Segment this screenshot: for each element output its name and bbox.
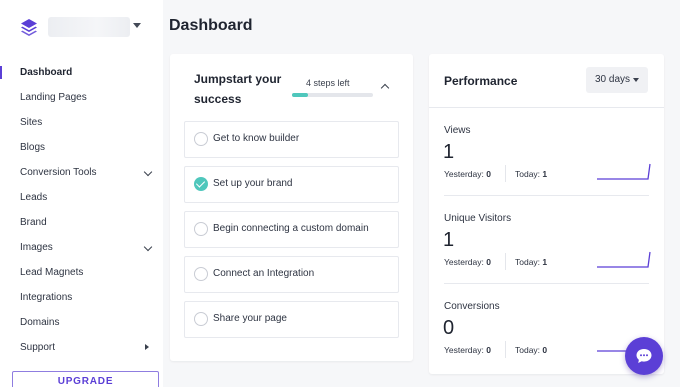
chevron-down-icon[interactable] [143,242,153,252]
steps-left-text: 4 steps left [306,78,350,88]
layers-logo-icon[interactable] [19,17,39,37]
sidebar-item-label: Lead Magnets [20,267,84,278]
metric-today: Today: 1 [515,169,548,179]
performance-title: Performance [444,74,518,88]
sidebar-item-label: Domains [20,317,60,328]
task-get-to-know-builder[interactable]: Get to know builder [184,121,399,158]
metric-yesterday: Yesterday: 0 [444,169,491,179]
divider [505,253,506,270]
divider [505,165,506,182]
sidebar-item-label: Blogs [20,142,46,153]
caret-down-icon[interactable] [133,23,141,28]
metric-today: Today: 1 [515,257,548,267]
sidebar-item-label: Leads [20,192,48,203]
sidebar-item-label: Conversion Tools [20,167,97,178]
metric-label: Views [444,125,471,136]
sidebar-item-sites[interactable]: Sites [0,110,163,135]
sidebar-item-label: Integrations [20,292,73,303]
sidebar-item-lead-magnets[interactable]: Lead Magnets [0,260,163,285]
sidebar-item-leads[interactable]: Leads [0,185,163,210]
sidebar-item-domains[interactable]: Domains [0,310,163,335]
task-share-your-page[interactable]: Share your page [184,301,399,338]
task-checkbox[interactable] [194,312,208,326]
metric-today: Today: 0 [515,345,548,355]
task-connect-integration[interactable]: Connect an Integration [184,256,399,293]
task-checkbox[interactable] [194,132,208,146]
chat-launcher-button[interactable] [625,337,663,375]
jumpstart-title: Jumpstart your success [194,72,282,106]
sidebar-item-label: Landing Pages [20,92,87,103]
sidebar-item-label: Brand [20,217,47,228]
sidebar-item-landing-pages[interactable]: Landing Pages [0,85,163,110]
metric-yesterday: Yesterday: 0 [444,257,491,267]
metric-value: 1 [443,229,455,251]
chevron-up-icon[interactable] [380,83,390,93]
metric-views: Views 1 Yesterday: 0 Today: 1 [429,108,664,196]
sidebar-nav: Dashboard Landing Pages Sites Blogs Conv… [0,60,163,360]
check-circle-icon[interactable] [194,177,208,191]
task-label: Get to know builder [213,133,300,144]
page-title: Dashboard [169,17,253,34]
metric-yesterday: Yesterday: 0 [444,345,491,355]
sidebar-item-label: Sites [20,117,43,128]
chat-bubble-icon [636,349,652,363]
task-checkbox[interactable] [194,267,208,281]
task-custom-domain[interactable]: Begin connecting a custom domain [184,211,399,248]
sidebar-item-support[interactable]: Support [0,335,163,360]
caret-down-icon [633,78,639,82]
metric-label: Unique Visitors [444,213,512,224]
metric-value: 0 [443,317,455,339]
brand-row [0,0,163,54]
caret-right-icon[interactable] [145,344,149,350]
sidebar-item-blogs[interactable]: Blogs [0,135,163,160]
task-label: Connect an Integration [213,268,315,279]
task-label: Share your page [213,313,287,324]
date-range-select[interactable]: 30 days [586,67,648,93]
task-label: Begin connecting a custom domain [213,223,369,234]
task-label: Set up your brand [213,178,293,189]
sparkline-chart [597,251,651,268]
upgrade-button[interactable]: UPGRADE [12,371,159,387]
sidebar-item-label: Support [20,342,56,353]
divider [505,341,506,358]
progress-bar [292,93,373,97]
date-range-value: 30 days [595,74,631,85]
sparkline-chart [597,163,651,180]
sidebar-item-conversion-tools[interactable]: Conversion Tools [0,160,163,185]
metric-unique-visitors: Unique Visitors 1 Yesterday: 0 Today: 1 [429,196,664,284]
task-checkbox[interactable] [194,222,208,236]
task-set-up-your-brand[interactable]: Set up your brand [184,166,399,203]
chevron-down-icon[interactable] [143,167,153,177]
workspace-selector[interactable] [48,17,130,37]
sidebar-item-images[interactable]: Images [0,235,163,260]
sidebar-item-integrations[interactable]: Integrations [0,285,163,310]
performance-card: Performance 30 days Views 1 Yesterday: 0… [429,54,664,374]
jumpstart-card: Jumpstart your success 4 steps left Get … [170,54,413,361]
sidebar-item-label: Images [20,242,53,253]
sidebar-item-dashboard[interactable]: Dashboard [0,60,163,85]
metric-value: 1 [443,141,455,163]
sidebar: Dashboard Landing Pages Sites Blogs Conv… [0,0,163,387]
metric-label: Conversions [444,301,500,312]
sidebar-item-brand[interactable]: Brand [0,210,163,235]
progress-bar-fill [292,93,309,97]
sidebar-item-label: Dashboard [20,67,73,78]
